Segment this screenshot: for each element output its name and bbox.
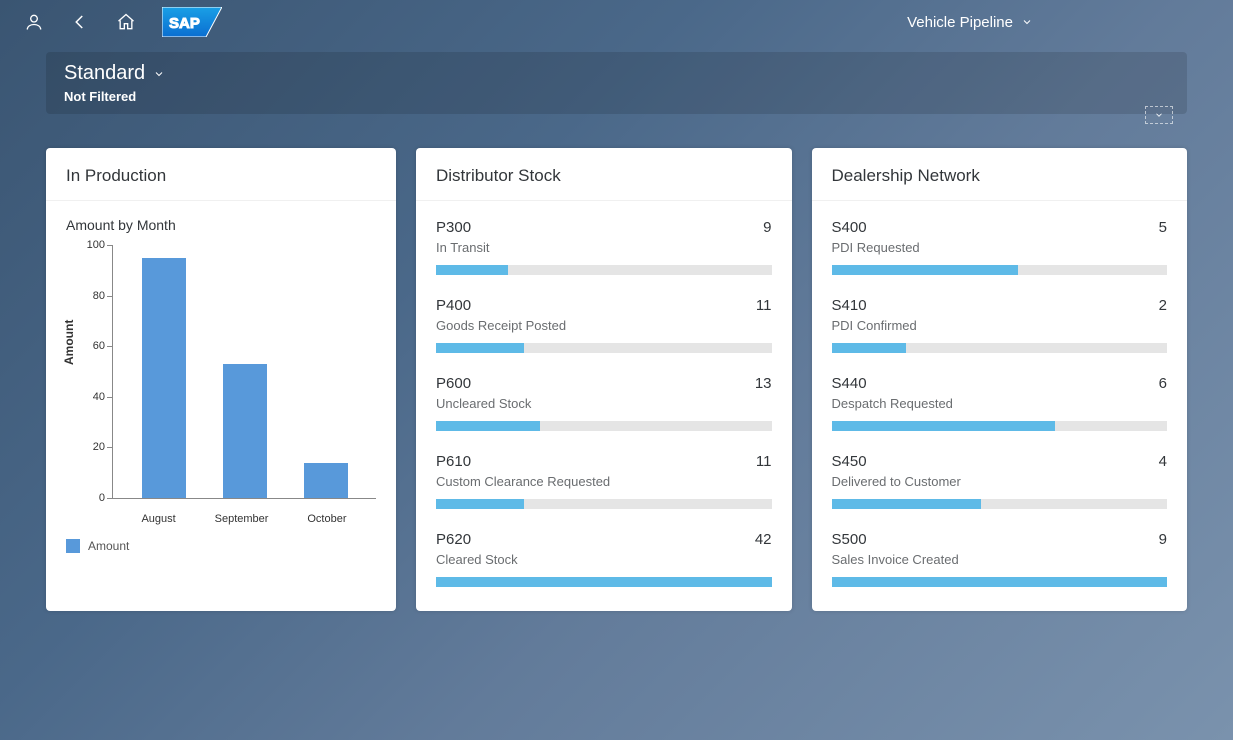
page-title: Vehicle Pipeline: [907, 14, 1013, 31]
user-icon[interactable]: [16, 4, 52, 40]
card-title: Distributor Stock: [416, 148, 792, 201]
progress-bar: [832, 265, 1168, 275]
home-icon[interactable]: [108, 4, 144, 40]
expand-filter-button[interactable]: [1145, 106, 1173, 124]
progress-bar: [832, 577, 1168, 587]
item-code: P610: [436, 453, 471, 470]
item-code: S450: [832, 453, 867, 470]
item-code: S440: [832, 375, 867, 392]
x-tick-label: August: [141, 513, 175, 525]
progress-bar: [436, 577, 772, 587]
card-title: In Production: [46, 148, 396, 201]
chevron-down-icon: [1021, 16, 1033, 28]
list-item[interactable]: P610 11 Custom Clearance Requested: [416, 441, 792, 519]
progress-bar: [436, 499, 772, 509]
chart-subtitle: Amount by Month: [66, 217, 376, 233]
progress-bar: [832, 343, 1168, 353]
item-value: 5: [1159, 219, 1167, 236]
list-item[interactable]: P600 13 Uncleared Stock: [416, 363, 792, 441]
chart-bar[interactable]: [304, 463, 348, 498]
item-code: P300: [436, 219, 471, 236]
item-value: 6: [1159, 375, 1167, 392]
list-item[interactable]: P620 42 Cleared Stock: [416, 519, 792, 597]
list-item[interactable]: P300 9 In Transit: [416, 207, 792, 285]
progress-bar: [436, 421, 772, 431]
chart-area: Amount by Month Amount 020406080100 Augu…: [46, 201, 396, 573]
item-value: 9: [763, 219, 771, 236]
item-value: 11: [756, 453, 772, 470]
card-in-production: In Production Amount by Month Amount 020…: [46, 148, 396, 611]
item-description: Goods Receipt Posted: [436, 318, 772, 333]
item-description: In Transit: [436, 240, 772, 255]
list-item[interactable]: S500 9 Sales Invoice Created: [812, 519, 1188, 597]
card-title: Dealership Network: [812, 148, 1188, 201]
chevron-down-icon: [1153, 110, 1165, 120]
legend-label: Amount: [88, 539, 129, 553]
y-tick-label: 80: [77, 290, 105, 302]
item-code: S400: [832, 219, 867, 236]
item-description: PDI Confirmed: [832, 318, 1168, 333]
chart-bar[interactable]: [223, 364, 267, 498]
item-code: S410: [832, 297, 867, 314]
card-distributor-stock: Distributor Stock P300 9 In Transit P400 11 G…: [416, 148, 792, 611]
progress-bar: [832, 499, 1168, 509]
item-value: 2: [1159, 297, 1167, 314]
progress-bar: [436, 343, 772, 353]
variant-name: Standard: [64, 62, 145, 85]
bar-chart[interactable]: 020406080100: [112, 245, 376, 499]
filter-bar: Standard Not Filtered: [46, 52, 1187, 114]
y-tick-label: 100: [77, 239, 105, 251]
item-value: 11: [756, 297, 772, 314]
item-value: 42: [755, 531, 772, 548]
item-code: P600: [436, 375, 471, 392]
list-item[interactable]: S440 6 Despatch Requested: [812, 363, 1188, 441]
item-code: P400: [436, 297, 471, 314]
svg-text:SAP: SAP: [169, 15, 200, 32]
chevron-down-icon: [153, 68, 165, 80]
list-item[interactable]: S400 5 PDI Requested: [812, 207, 1188, 285]
y-tick-label: 20: [77, 441, 105, 453]
chart-bar[interactable]: [142, 258, 186, 498]
y-tick-label: 40: [77, 391, 105, 403]
back-button[interactable]: [62, 4, 98, 40]
shell-header: SAP Vehicle Pipeline: [0, 0, 1233, 44]
filter-status: Not Filtered: [64, 89, 1169, 104]
y-axis-label: Amount: [62, 320, 76, 365]
item-description: Custom Clearance Requested: [436, 474, 772, 489]
item-code: P620: [436, 531, 471, 548]
item-value: 13: [755, 375, 772, 392]
card-dealership-network: Dealership Network S400 5 PDI Requested S41…: [812, 148, 1188, 611]
item-description: Delivered to Customer: [832, 474, 1168, 489]
item-description: Sales Invoice Created: [832, 552, 1168, 567]
progress-bar: [832, 421, 1168, 431]
progress-bar: [436, 265, 772, 275]
item-description: PDI Requested: [832, 240, 1168, 255]
item-description: Uncleared Stock: [436, 396, 772, 411]
item-code: S500: [832, 531, 867, 548]
variant-selector[interactable]: Standard: [64, 62, 1169, 85]
y-tick-label: 0: [77, 492, 105, 504]
list-item[interactable]: P400 11 Goods Receipt Posted: [416, 285, 792, 363]
item-description: Cleared Stock: [436, 552, 772, 567]
chart-legend: Amount: [66, 539, 376, 553]
item-value: 4: [1159, 453, 1167, 470]
legend-swatch: [66, 539, 80, 553]
list-item[interactable]: S410 2 PDI Confirmed: [812, 285, 1188, 363]
content-area: In Production Amount by Month Amount 020…: [0, 114, 1233, 631]
item-description: Despatch Requested: [832, 396, 1168, 411]
y-tick-label: 60: [77, 340, 105, 352]
x-tick-label: September: [215, 513, 269, 525]
list-item[interactable]: S450 4 Delivered to Customer: [812, 441, 1188, 519]
sap-logo: SAP: [162, 7, 222, 37]
x-tick-label: October: [307, 513, 346, 525]
item-value: 9: [1159, 531, 1167, 548]
page-title-dropdown[interactable]: Vehicle Pipeline: [907, 14, 1033, 31]
